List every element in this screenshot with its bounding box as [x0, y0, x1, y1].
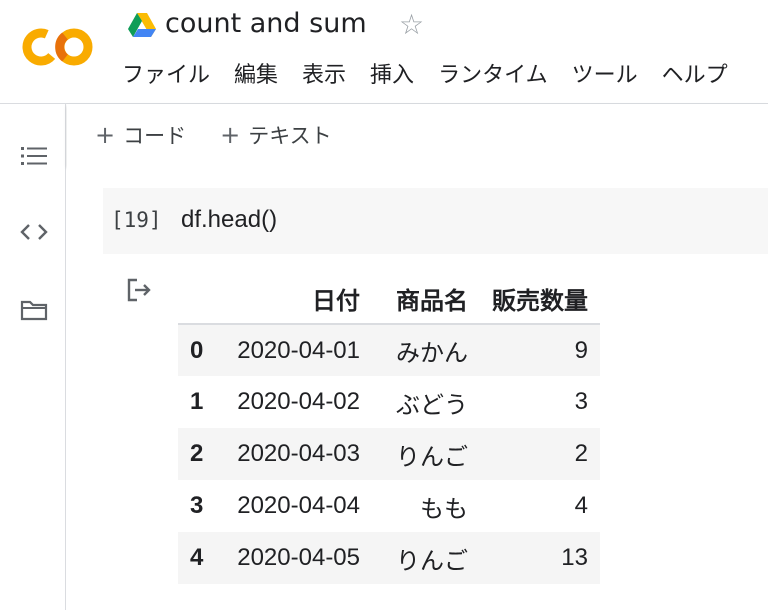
- plus-icon: +: [95, 121, 116, 149]
- table-of-contents-icon[interactable]: [18, 140, 50, 172]
- left-sidebar: [0, 104, 66, 610]
- column-header-product: 商品名: [372, 274, 480, 325]
- cell-product: ぶどう: [396, 391, 468, 419]
- cell-quantity: 4: [574, 492, 588, 519]
- cell-date: 2020-04-05: [237, 544, 360, 571]
- table-row: 1 2020-04-02 ぶどう 3: [178, 376, 600, 428]
- add-text-label: テキスト: [248, 124, 332, 148]
- execution-count: [19]: [111, 208, 162, 232]
- code-snippets-icon[interactable]: [18, 216, 50, 248]
- menu-runtime[interactable]: ランタイム: [426, 60, 560, 92]
- cell-date: 2020-04-01: [237, 336, 360, 364]
- menu-edit[interactable]: 編集: [222, 60, 290, 92]
- row-index: 4: [190, 544, 204, 571]
- cell-quantity: 13: [561, 544, 588, 571]
- menu-help[interactable]: ヘルプ: [650, 60, 740, 92]
- cell-product: もも: [420, 495, 468, 523]
- menu-view[interactable]: 表示: [290, 60, 358, 92]
- add-text-cell-button[interactable]: + テキスト: [220, 120, 331, 150]
- menu-insert[interactable]: 挿入: [358, 60, 426, 92]
- cell-date: 2020-04-02: [237, 388, 360, 415]
- table-row: 0 2020-04-01 みかん 9: [178, 324, 600, 376]
- code-editor[interactable]: df.head(): [181, 206, 277, 234]
- star-icon[interactable]: ☆: [399, 8, 424, 41]
- plus-icon: +: [220, 121, 241, 149]
- row-index: 0: [190, 336, 204, 364]
- table-row: 2 2020-04-03 りんご 2: [178, 428, 600, 480]
- menu-bar: ファイル 編集 表示 挿入 ランタイム ツール ヘルプ: [110, 60, 740, 92]
- menu-tools[interactable]: ツール: [560, 60, 650, 92]
- cell-toolbar: + コード + テキスト: [67, 104, 768, 166]
- row-index: 1: [190, 388, 204, 415]
- cell-product: りんご: [396, 547, 468, 575]
- table-header-row: 日付 商品名 販売数量: [178, 274, 600, 325]
- row-index: 3: [190, 492, 204, 519]
- cell-quantity: 3: [574, 388, 588, 415]
- cell-product: みかん: [396, 340, 468, 367]
- notebook-title[interactable]: count and sum: [165, 8, 367, 39]
- files-icon[interactable]: [18, 294, 50, 326]
- notebook-header: count and sum ☆ ファイル 編集 表示 挿入 ランタイム ツール …: [0, 0, 768, 104]
- colab-logo[interactable]: [22, 26, 94, 68]
- cell-quantity: 9: [574, 336, 588, 364]
- cell-date: 2020-04-04: [237, 492, 360, 519]
- add-code-label: コード: [123, 124, 187, 148]
- column-header-quantity: 販売数量: [480, 274, 600, 325]
- cell-date: 2020-04-03: [237, 440, 360, 467]
- index-header: [178, 274, 220, 325]
- row-index: 2: [190, 440, 204, 467]
- add-code-cell-button[interactable]: + コード: [95, 120, 186, 150]
- output-actions-icon[interactable]: [125, 276, 153, 304]
- notebook-area: [19] df.head() 日付 商品名 販売数量 0 2020-04-01 …: [67, 166, 768, 610]
- table-row: 3 2020-04-04 もも 4: [178, 480, 600, 532]
- dataframe-output-table: 日付 商品名 販売数量 0 2020-04-01 みかん 9 1 2020-04…: [178, 274, 600, 584]
- google-drive-icon[interactable]: [128, 12, 156, 38]
- table-row: 4 2020-04-05 りんご 13: [178, 532, 600, 584]
- cell-product: りんご: [396, 443, 468, 471]
- code-cell[interactable]: [19] df.head(): [103, 188, 768, 254]
- column-header-date: 日付: [220, 274, 372, 325]
- cell-quantity: 2: [574, 440, 588, 467]
- menu-file[interactable]: ファイル: [110, 60, 222, 92]
